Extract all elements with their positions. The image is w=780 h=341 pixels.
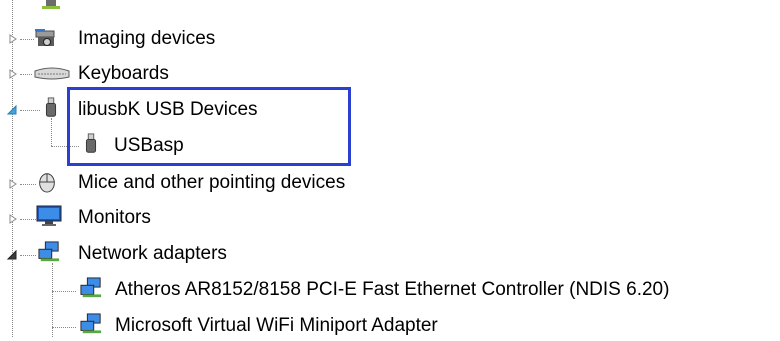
camera-scanner-icon: [35, 29, 55, 46]
network-adapter-icon: [38, 241, 60, 262]
tree-item-mice-and-other-pointing-devices[interactable]: Mice and other pointing devices: [78, 168, 345, 198]
tree-item-label: Atheros AR8152/8158 PCI-E Fast Ethernet …: [115, 279, 670, 300]
tree-item-label: Monitors: [78, 207, 151, 228]
tree-item-monitors[interactable]: Monitors: [78, 203, 151, 233]
tree-line: [20, 110, 40, 111]
expand-arrow-icon[interactable]: [7, 68, 19, 80]
usb-plug-icon: [45, 97, 57, 117]
tree-line: [12, 0, 13, 337]
tree-line: [20, 219, 36, 220]
expand-arrow-icon[interactable]: [7, 33, 19, 45]
network-adapter-icon: [80, 313, 102, 334]
collapse-arrow-icon[interactable]: [6, 104, 18, 116]
tree-line: [52, 327, 76, 328]
monitor-icon: [36, 205, 62, 226]
tree-item-atheros-adapter[interactable]: Atheros AR8152/8158 PCI-E Fast Ethernet …: [115, 275, 669, 305]
tree-line: [20, 39, 34, 40]
partial-device-icon: [42, 0, 60, 9]
tree-line: [20, 74, 32, 75]
keyboard-icon: [34, 67, 70, 80]
highlight-box: [67, 87, 351, 166]
tree-line: [20, 184, 36, 185]
expand-arrow-icon[interactable]: [7, 213, 19, 225]
network-adapter-icon: [80, 277, 102, 298]
collapse-arrow-icon[interactable]: [6, 249, 18, 261]
tree-item-label: Imaging devices: [78, 28, 216, 49]
tree-item-keyboards[interactable]: Keyboards: [78, 59, 169, 89]
tree-item-label: Network adapters: [78, 243, 227, 264]
tree-item-network-adapters[interactable]: Network adapters: [78, 239, 227, 269]
device-manager-tree: Imaging devices Keyboards libusbK USB De…: [0, 0, 780, 337]
expand-arrow-icon[interactable]: [7, 178, 19, 190]
tree-item-label: Mice and other pointing devices: [78, 172, 346, 193]
tree-item-imaging-devices[interactable]: Imaging devices: [78, 24, 215, 54]
tree-line: [52, 291, 76, 292]
tree-item-label: Keyboards: [78, 63, 169, 84]
mouse-icon: [39, 173, 55, 193]
tree-line: [52, 263, 53, 337]
tree-line: [51, 118, 52, 146]
tree-line: [20, 255, 36, 256]
